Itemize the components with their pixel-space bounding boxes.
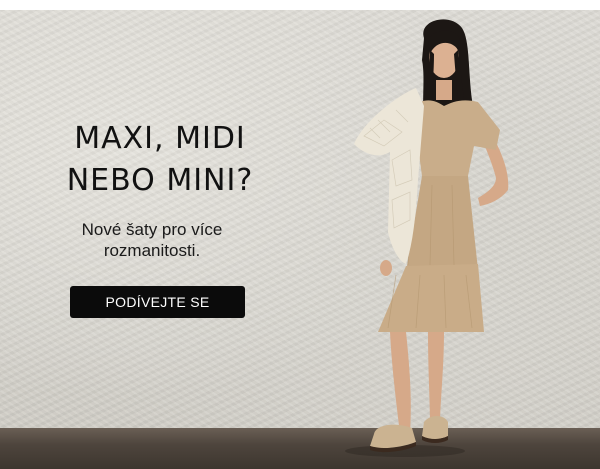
shop-now-button[interactable]: PODÍVEJTE SE [70,286,245,318]
subtext: Nové šaty pro více rozmanitosti. [81,220,223,260]
promo-banner[interactable]: MAXI, MIDI NEBO MINI? Nové šaty pro více… [0,10,600,469]
model-photo [345,19,509,457]
headline: MAXI, MIDI NEBO MINI? [66,121,254,198]
